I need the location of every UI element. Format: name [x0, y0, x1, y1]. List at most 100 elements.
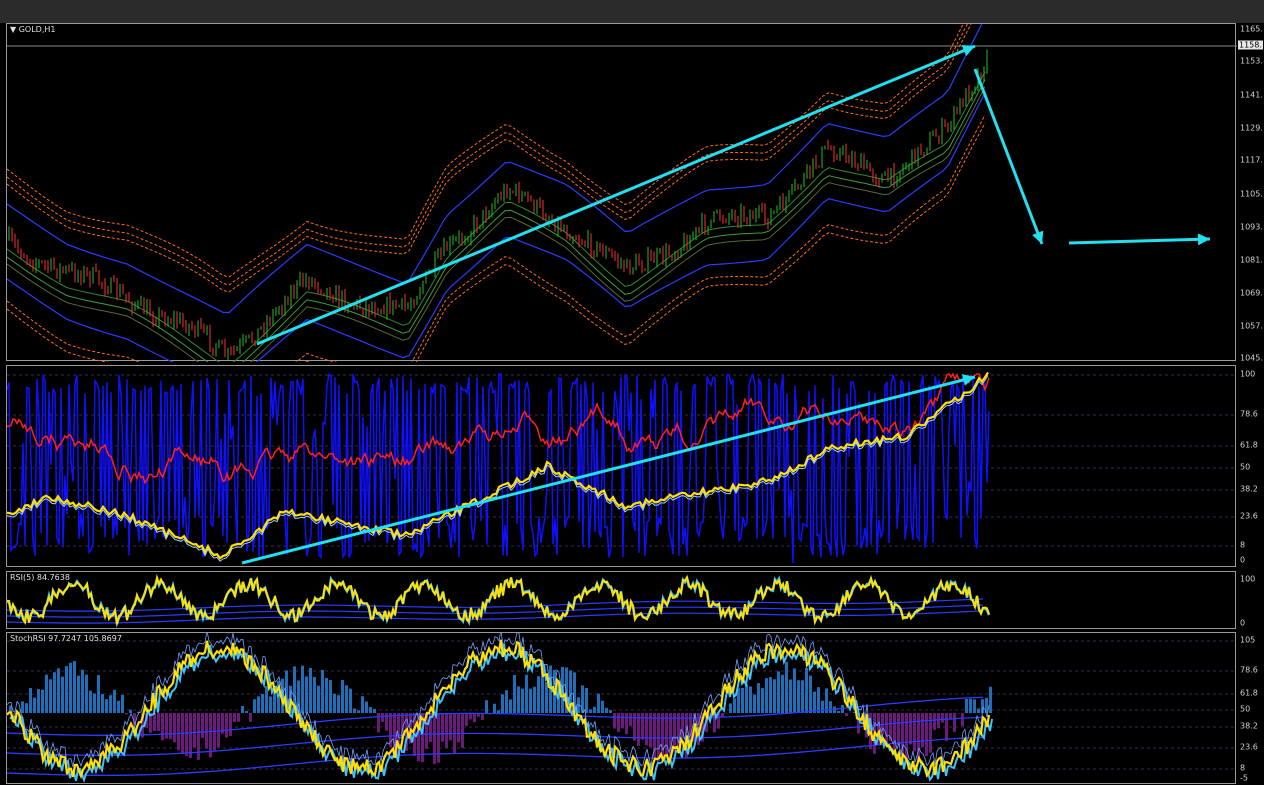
histogram-bar — [129, 710, 132, 713]
indicator-pane-3[interactable]: StochRSI 97.7247 105.8697 105 78.6 61.8 … — [0, 632, 1264, 784]
indicator-pane-1[interactable]: 100 78.6 61.8 50 38.2 23.6 8 0 — [0, 365, 1264, 567]
histogram-bar — [749, 686, 752, 713]
indicator-1-canvas[interactable] — [7, 366, 1237, 568]
histogram-bar — [773, 679, 776, 713]
trend-arrow-flat — [1069, 239, 1210, 243]
histogram-bar — [193, 713, 196, 747]
histogram-bar — [349, 689, 352, 713]
histogram-bar — [937, 713, 940, 728]
histogram-bar — [233, 713, 236, 722]
histogram-bar — [593, 707, 596, 713]
histogram-bar — [821, 701, 824, 713]
histogram-bar — [897, 713, 900, 745]
histogram-bar — [509, 699, 512, 713]
indicator-3-canvas[interactable] — [7, 633, 1237, 785]
price-chart-pane[interactable]: ▼ GOLD,H1 1165. 1153. 1141. 1129. 1117. … — [0, 23, 1264, 361]
indicator-3-axis: 105 78.6 61.8 50 38.2 23.6 8 -5 — [1236, 632, 1264, 784]
histogram-bar — [65, 666, 68, 713]
ind1-tick: 78.6 — [1240, 410, 1258, 419]
histogram-bar — [913, 713, 916, 751]
histogram-bar — [369, 707, 372, 713]
histogram-bar — [757, 683, 760, 713]
histogram-bar — [941, 713, 944, 723]
histogram-bar — [793, 668, 796, 713]
histogram-bar — [805, 668, 808, 713]
histogram-bar — [625, 713, 628, 734]
histogram-bar — [165, 713, 168, 739]
histogram-bar — [153, 713, 156, 731]
indicator-3-plot-area[interactable] — [6, 632, 1236, 784]
histogram-bar — [357, 710, 360, 713]
histogram-bar — [253, 699, 256, 713]
histogram-bar — [81, 670, 84, 713]
rsi-label: RSI(5) 84.7638 — [10, 573, 70, 582]
histogram-bar — [317, 686, 320, 713]
histogram-bar — [101, 694, 104, 713]
histogram-bar — [657, 713, 660, 761]
ind3-tick: 50 — [1240, 705, 1250, 714]
histogram-bar — [801, 680, 804, 713]
envelope-band — [7, 24, 985, 277]
ind3-tick: 61.8 — [1240, 689, 1258, 698]
histogram-bar — [441, 713, 444, 742]
histogram-bar — [829, 701, 832, 713]
histogram-bar — [965, 699, 968, 713]
indicator-2-plot-area[interactable] — [6, 571, 1236, 629]
histogram-bar — [365, 701, 368, 713]
envelope-band — [7, 115, 985, 362]
histogram-bar — [769, 677, 772, 713]
histogram-bar — [245, 711, 248, 713]
ind1-tick: 50 — [1240, 463, 1250, 472]
ind3-tick: -5 — [1240, 774, 1248, 783]
histogram-bar — [809, 676, 812, 713]
price-chart-canvas[interactable] — [7, 24, 1237, 362]
histogram-bar — [945, 713, 948, 741]
ind3-tick: 105 — [1240, 636, 1255, 645]
price-tick: 1153. — [1240, 57, 1263, 66]
histogram-bar — [885, 713, 888, 745]
stochrsi-label: StochRSI 97.7247 105.8697 — [10, 634, 122, 643]
ind3-tick: 78.6 — [1240, 666, 1258, 675]
price-axis[interactable]: 1165. 1153. 1141. 1129. 1117. 1105. 1093… — [1236, 23, 1264, 361]
histogram-bar — [173, 713, 176, 742]
indicator-1-plot-area[interactable] — [6, 365, 1236, 567]
histogram-bar — [185, 713, 188, 756]
histogram-bar — [485, 700, 488, 713]
ind3-tick: 8 — [1240, 764, 1245, 773]
histogram-bar — [377, 713, 380, 732]
histogram-bar — [229, 713, 232, 736]
histogram-bar — [217, 713, 220, 747]
histogram-bar — [21, 701, 24, 713]
dropdown-triangle-icon[interactable]: ▼ — [10, 25, 16, 34]
histogram-bar — [797, 680, 800, 713]
histogram-bar — [765, 678, 768, 713]
histogram-bar — [545, 682, 548, 713]
histogram-bar — [329, 680, 332, 713]
histogram-bar — [925, 713, 928, 756]
histogram-bar — [465, 713, 468, 726]
bollinger-band — [7, 24, 985, 313]
histogram-bar — [161, 713, 164, 740]
histogram-bar — [345, 685, 348, 713]
histogram-bar — [125, 713, 128, 714]
histogram-bar — [205, 713, 208, 749]
indicator-pane-2[interactable]: RSI(5) 84.7638 100 0 — [0, 571, 1264, 629]
histogram-bar — [597, 694, 600, 713]
histogram-bar — [225, 713, 228, 738]
price-tick: 1129. — [1240, 124, 1263, 133]
current-price-label: 1158. — [1238, 41, 1263, 50]
histogram-bar — [361, 696, 364, 713]
stoch-band — [7, 737, 983, 775]
histogram-bar — [321, 670, 324, 713]
indicator-2-canvas[interactable] — [7, 572, 1237, 630]
histogram-bar — [661, 713, 664, 759]
histogram-bar — [261, 694, 264, 713]
histogram-bar — [629, 713, 632, 726]
histogram-bar — [969, 699, 972, 713]
histogram-bar — [641, 713, 644, 740]
price-plot-area[interactable] — [6, 23, 1236, 361]
envelope-band — [7, 24, 985, 292]
histogram-bar — [313, 677, 316, 713]
price-tick: 1045. — [1240, 354, 1263, 363]
histogram-bar — [109, 695, 112, 713]
